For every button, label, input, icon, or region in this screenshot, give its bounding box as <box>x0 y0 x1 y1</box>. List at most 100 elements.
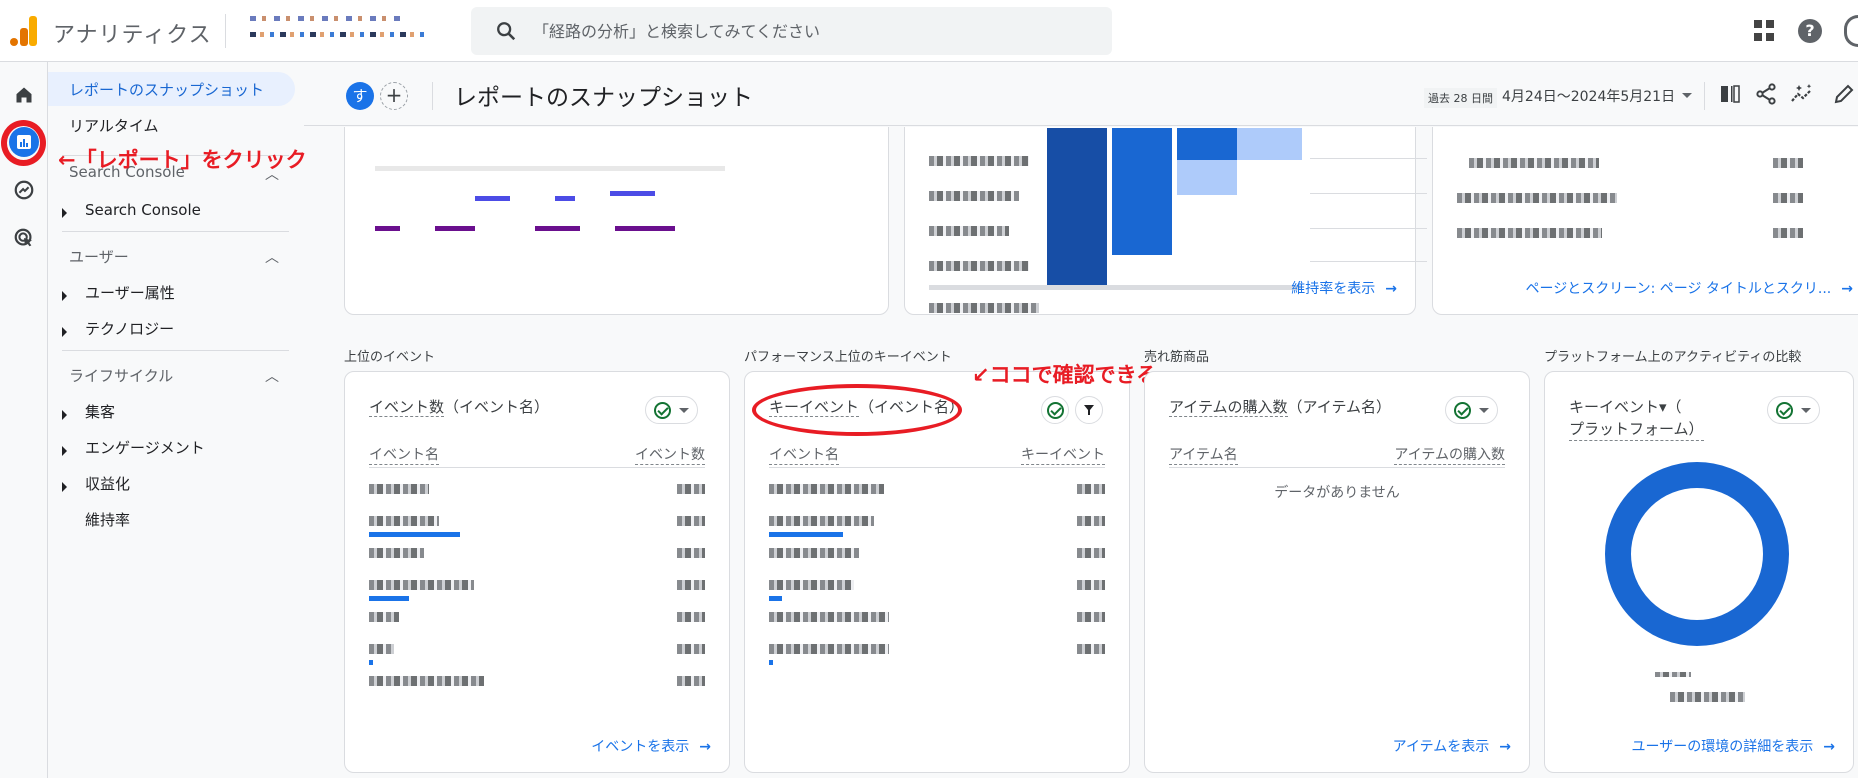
row-label <box>369 644 394 654</box>
table-row[interactable] <box>369 612 705 632</box>
table-row[interactable] <box>769 580 1105 601</box>
section-label-platform: プラットフォーム上のアクティビティの比較 <box>1544 350 1802 365</box>
table-row[interactable] <box>369 644 705 665</box>
view-platform-label: ユーザーの環境の詳細を表示 <box>1631 739 1814 755</box>
insights-icon[interactable] <box>1790 82 1814 106</box>
metric-selector[interactable]: イベント数 <box>369 398 445 417</box>
expand-arrow-icon[interactable] <box>62 327 67 337</box>
account-icon[interactable] <box>1844 15 1858 47</box>
row-value <box>1077 516 1105 526</box>
table-row[interactable] <box>769 548 1105 568</box>
add-comparison-button[interactable]: + <box>380 82 408 110</box>
compare-button[interactable] <box>1041 396 1069 424</box>
table-row[interactable] <box>369 580 705 601</box>
col-header-event-count[interactable]: イベント数 <box>635 444 705 465</box>
report-content: 維持率を表示 → ページとスクリーン: ページ タイトルとスクリ... → 上位のイ… <box>304 127 1858 778</box>
expand-arrow-icon[interactable] <box>62 291 67 301</box>
nav-item-monetization[interactable]: 収益化 <box>85 473 130 494</box>
compare-chip[interactable] <box>645 396 698 424</box>
segment-badge[interactable]: す <box>346 82 374 110</box>
view-pages-label: ページとスクリーン: ページ タイトルとスクリ... <box>1525 281 1832 297</box>
table-row[interactable] <box>769 612 1105 632</box>
row-label <box>369 612 399 622</box>
rail-advertising[interactable] <box>9 223 39 253</box>
metric-selector[interactable]: アイテムの購入数 <box>1169 398 1288 417</box>
search-icon <box>497 22 516 41</box>
compare-chip[interactable] <box>1445 396 1498 424</box>
row-value <box>677 644 705 654</box>
nav-group-user[interactable]: ユーザー <box>69 246 129 267</box>
annotation-oval <box>752 384 962 436</box>
nav-item-retention[interactable]: 維持率 <box>85 509 130 530</box>
filter-button[interactable] <box>1075 396 1103 424</box>
table-row[interactable] <box>769 516 1105 537</box>
nav-group-lifecycle[interactable]: ライフサイクル <box>69 365 173 386</box>
search-input[interactable] <box>533 7 1093 55</box>
dimension-selector[interactable]: （アイテム名） <box>1288 398 1392 416</box>
table-divider <box>769 467 1105 468</box>
row-value <box>677 676 705 686</box>
chevron-up-icon[interactable]: ︿ <box>265 366 279 386</box>
expand-arrow-icon[interactable] <box>62 208 67 218</box>
analytics-logo-icon[interactable] <box>8 14 38 46</box>
top-bar: アナリティクス ? <box>0 0 1858 62</box>
row-bar <box>369 532 460 537</box>
nav-item-engagement[interactable]: エンゲージメント <box>85 437 205 458</box>
col-header-event-name[interactable]: イベント名 <box>769 444 839 465</box>
date-preset[interactable]: 過去 28 日間 <box>1424 88 1497 108</box>
table-row[interactable] <box>369 548 705 568</box>
gridline <box>1310 158 1427 159</box>
dimension-selector[interactable]: （イベント名） <box>444 398 549 416</box>
chevron-up-icon[interactable]: ︿ <box>265 247 279 267</box>
table-row[interactable] <box>369 516 705 537</box>
col-header-event-name[interactable]: イベント名 <box>369 444 439 465</box>
card-users-over-time <box>344 127 889 315</box>
table-row[interactable] <box>769 484 1105 504</box>
rail-home[interactable] <box>9 80 39 110</box>
expand-arrow-icon[interactable] <box>62 446 67 456</box>
nav-item-search-console[interactable]: Search Console <box>85 201 201 219</box>
apps-icon[interactable] <box>1754 20 1776 42</box>
col-header-key-events[interactable]: キーイベント <box>1021 444 1105 465</box>
gridline <box>1310 228 1427 229</box>
view-pages-link[interactable]: ページとスクリーン: ページ タイトルとスクリ... → <box>1526 278 1853 298</box>
date-range[interactable]: 4月24日～2024年5月21日 <box>1502 86 1675 106</box>
nav-item-tech[interactable]: テクノロジー <box>85 318 174 339</box>
blurred-label <box>929 303 1039 313</box>
share-icon[interactable] <box>1754 82 1778 106</box>
col-header-items-purchased[interactable]: アイテムの購入数 <box>1394 444 1505 465</box>
page-header: す + レポートのスナップショット 過去 28 日間 4月24日～2024年5月… <box>304 62 1858 126</box>
nav-item-acquisition[interactable]: 集客 <box>85 401 115 422</box>
chart-line-segment <box>475 196 510 201</box>
table-row[interactable] <box>369 484 705 504</box>
col-header-item-name[interactable]: アイテム名 <box>1169 444 1238 465</box>
arrow-right-icon: → <box>1499 739 1511 755</box>
card-top-events: イベント数（イベント名） イベント名 イベント数 イベントを表示 → <box>344 371 730 773</box>
help-icon[interactable]: ? <box>1798 19 1822 43</box>
view-retention-link[interactable]: 維持率を表示 → <box>1291 278 1397 298</box>
expand-arrow-icon[interactable] <box>62 410 67 420</box>
nav-item-demographics[interactable]: ユーザー属性 <box>85 282 175 303</box>
metric-selector[interactable]: キーイベント▾（ <box>1569 396 1704 418</box>
blurred-row <box>1457 193 1617 203</box>
account-selector[interactable] <box>250 10 450 50</box>
view-items-link[interactable]: アイテムを表示 → <box>1393 736 1511 756</box>
edit-icon[interactable] <box>1832 82 1856 106</box>
row-label <box>769 644 889 654</box>
nav-item-realtime[interactable]: リアルタイム <box>69 115 159 136</box>
rail-explore[interactable] <box>9 175 39 205</box>
view-events-link[interactable]: イベントを表示 → <box>591 736 711 756</box>
table-row[interactable] <box>369 676 705 696</box>
search-bar[interactable] <box>471 7 1112 55</box>
date-dropdown-icon[interactable] <box>1682 93 1692 98</box>
view-platform-details-link[interactable]: ユーザーの環境の詳細を表示 → <box>1632 736 1835 756</box>
nav-item-snapshot-label[interactable]: レポートのスナップショット <box>69 79 264 100</box>
nav-rail <box>0 62 48 778</box>
card-title: イベント数（イベント名） <box>369 396 549 418</box>
no-data-message: データがありません <box>1274 485 1400 501</box>
dimension-selector[interactable]: プラットフォーム） <box>1569 418 1704 441</box>
compare-chip[interactable] <box>1767 396 1820 424</box>
expand-arrow-icon[interactable] <box>62 482 67 492</box>
table-row[interactable] <box>769 644 1105 665</box>
compare-icon[interactable] <box>1718 82 1742 106</box>
